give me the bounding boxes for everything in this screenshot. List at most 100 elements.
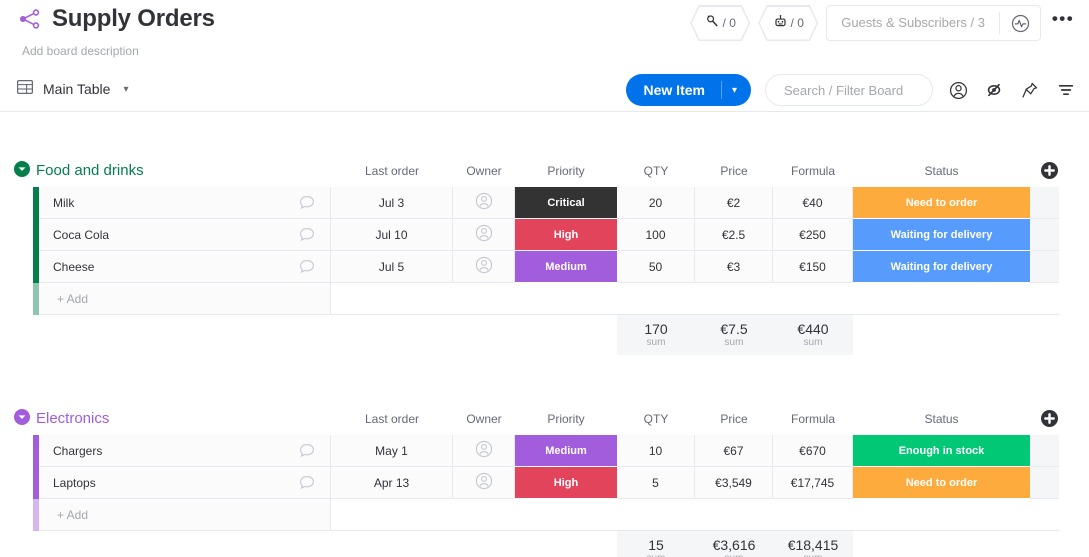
cell-owner[interactable]: [453, 251, 515, 283]
cell-owner[interactable]: [453, 187, 515, 219]
cell-price[interactable]: €3: [695, 251, 773, 283]
person-filter-icon[interactable]: [947, 79, 969, 101]
cell-status[interactable]: Need to order: [853, 467, 1030, 499]
cell-price[interactable]: €2: [695, 187, 773, 219]
collapse-caret-icon[interactable]: [14, 409, 30, 425]
cell-price[interactable]: €67: [695, 435, 773, 467]
column-header-price[interactable]: Price: [695, 155, 773, 187]
summary-cell[interactable]: €18,415sum: [773, 531, 853, 557]
add-item-row[interactable]: + Add: [0, 499, 1089, 531]
automations-badge[interactable]: / 0: [690, 5, 751, 41]
column-header-qty[interactable]: QTY: [617, 155, 695, 187]
group-title[interactable]: Electronics: [36, 403, 109, 435]
cell-last-order[interactable]: Jul 5: [331, 251, 453, 283]
add-column-icon[interactable]: [1041, 162, 1058, 179]
column-header-owner[interactable]: Owner: [453, 403, 515, 435]
column-header-priority[interactable]: Priority: [515, 403, 617, 435]
board-description[interactable]: Add board description: [22, 43, 139, 59]
cell-status[interactable]: Enough in stock: [853, 435, 1030, 467]
comment-bubble-icon[interactable]: [298, 258, 316, 276]
more-options-icon[interactable]: •••: [1049, 6, 1077, 40]
cell-status[interactable]: Waiting for delivery: [853, 219, 1030, 251]
cell-price[interactable]: €2.5: [695, 219, 773, 251]
tab-main-table[interactable]: Main Table ▾: [16, 74, 128, 104]
integrations-badge[interactable]: / 0: [758, 5, 819, 41]
cell-item-name[interactable]: Cheese: [39, 251, 331, 283]
column-header-qty[interactable]: QTY: [617, 403, 695, 435]
price-text: €3,549: [715, 475, 752, 490]
table-row[interactable]: Milk Jul 3 Critical 20 €2 €40 Need to order: [0, 187, 1089, 219]
chevron-down-icon[interactable]: ▾: [732, 85, 737, 96]
cell-qty[interactable]: 50: [617, 251, 695, 283]
cell-item-name[interactable]: Milk: [39, 187, 331, 219]
cell-item-name[interactable]: Laptops: [39, 467, 331, 499]
cell-owner[interactable]: [453, 467, 515, 499]
collapse-caret-icon[interactable]: [14, 161, 30, 177]
cell-qty[interactable]: 100: [617, 219, 695, 251]
comment-bubble-icon[interactable]: [298, 226, 316, 244]
pin-icon[interactable]: [1019, 79, 1041, 101]
group-header: Electronics Last order Owner Priority QTY Pri…: [0, 403, 1089, 435]
hide-eye-icon[interactable]: [983, 79, 1005, 101]
column-header-status[interactable]: Status: [853, 155, 1030, 187]
person-avatar-icon: [474, 439, 494, 462]
guests-subscribers-box[interactable]: Guests & Subscribers / 3: [826, 5, 1041, 41]
qty-text: 5: [652, 475, 659, 490]
cell-item-name[interactable]: Coca Cola: [39, 219, 331, 251]
column-header-last-order[interactable]: Last order: [331, 403, 453, 435]
cell-last-order[interactable]: Apr 13: [331, 467, 453, 499]
summary-cell[interactable]: €7.5 sum: [695, 315, 773, 355]
cell-owner[interactable]: [453, 435, 515, 467]
cell-last-order[interactable]: May 1: [331, 435, 453, 467]
cell-status[interactable]: Waiting for delivery: [853, 251, 1030, 283]
comment-bubble-icon[interactable]: [298, 442, 316, 460]
cell-formula: €17,745: [773, 467, 853, 499]
cell-priority[interactable]: Medium: [515, 251, 617, 283]
column-header-formula[interactable]: Formula: [773, 155, 853, 187]
cell-item-name[interactable]: Chargers: [39, 435, 331, 467]
cell-status[interactable]: Need to order: [853, 187, 1030, 219]
comment-bubble-icon[interactable]: [298, 194, 316, 212]
cell-qty[interactable]: 20: [617, 187, 695, 219]
cell-qty[interactable]: 10: [617, 435, 695, 467]
summary-cell[interactable]: €3,616sum: [695, 531, 773, 557]
group-title[interactable]: Food and drinks: [36, 155, 144, 187]
cell-priority[interactable]: High: [515, 219, 617, 251]
column-header-formula[interactable]: Formula: [773, 403, 853, 435]
add-item-button: + Add: [39, 499, 331, 531]
add-item-row[interactable]: + Add: [0, 283, 1089, 315]
column-header-priority[interactable]: Priority: [515, 155, 617, 187]
summary-cell[interactable]: €440 sum: [773, 315, 853, 355]
priority-label: High: [553, 228, 579, 241]
column-header-status[interactable]: Status: [853, 403, 1030, 435]
cell-owner[interactable]: [453, 219, 515, 251]
table-row[interactable]: Cheese Jul 5 Medium 50 €3 €150 Waiting for del…: [0, 251, 1089, 283]
cell-qty[interactable]: 5: [617, 467, 695, 499]
page-title[interactable]: Supply Orders: [52, 4, 215, 34]
filter-icon[interactable]: [1055, 79, 1077, 101]
chevron-down-icon[interactable]: ▾: [123, 84, 128, 95]
column-header-price[interactable]: Price: [695, 403, 773, 435]
comment-bubble-icon[interactable]: [298, 474, 316, 492]
cell-priority[interactable]: Medium: [515, 435, 617, 467]
column-header-owner[interactable]: Owner: [453, 155, 515, 187]
cell-priority[interactable]: High: [515, 467, 617, 499]
cell-price[interactable]: €3,549: [695, 467, 773, 499]
add-column-icon[interactable]: [1041, 410, 1058, 427]
search-filter-box[interactable]: [765, 74, 933, 106]
table-row[interactable]: Coca Cola Jul 10 High 100 €2.5 €250 Waiting fo…: [0, 219, 1089, 251]
cell-last-order[interactable]: Jul 10: [331, 219, 453, 251]
group-header: Food and drinks Last order Owner Priority QT…: [0, 155, 1089, 187]
table-row[interactable]: Laptops Apr 13 High 5 €3,549 €17,745 Need to o…: [0, 467, 1089, 499]
new-item-button[interactable]: New Item ▾: [625, 74, 751, 106]
activity-pulse-icon[interactable]: [1000, 6, 1040, 40]
summary-cell[interactable]: 15sum: [617, 531, 695, 557]
qty-text: 100: [645, 227, 666, 242]
cell-last-order[interactable]: Jul 3: [331, 187, 453, 219]
cell-priority[interactable]: Critical: [515, 187, 617, 219]
column-header-last-order[interactable]: Last order: [331, 155, 453, 187]
summary-cell[interactable]: 170 sum: [617, 315, 695, 355]
search-input[interactable]: [782, 81, 916, 99]
table-row[interactable]: Chargers May 1 Medium 10 €67 €670 Enough in st…: [0, 435, 1089, 467]
status-badge: Waiting for delivery: [890, 260, 993, 273]
